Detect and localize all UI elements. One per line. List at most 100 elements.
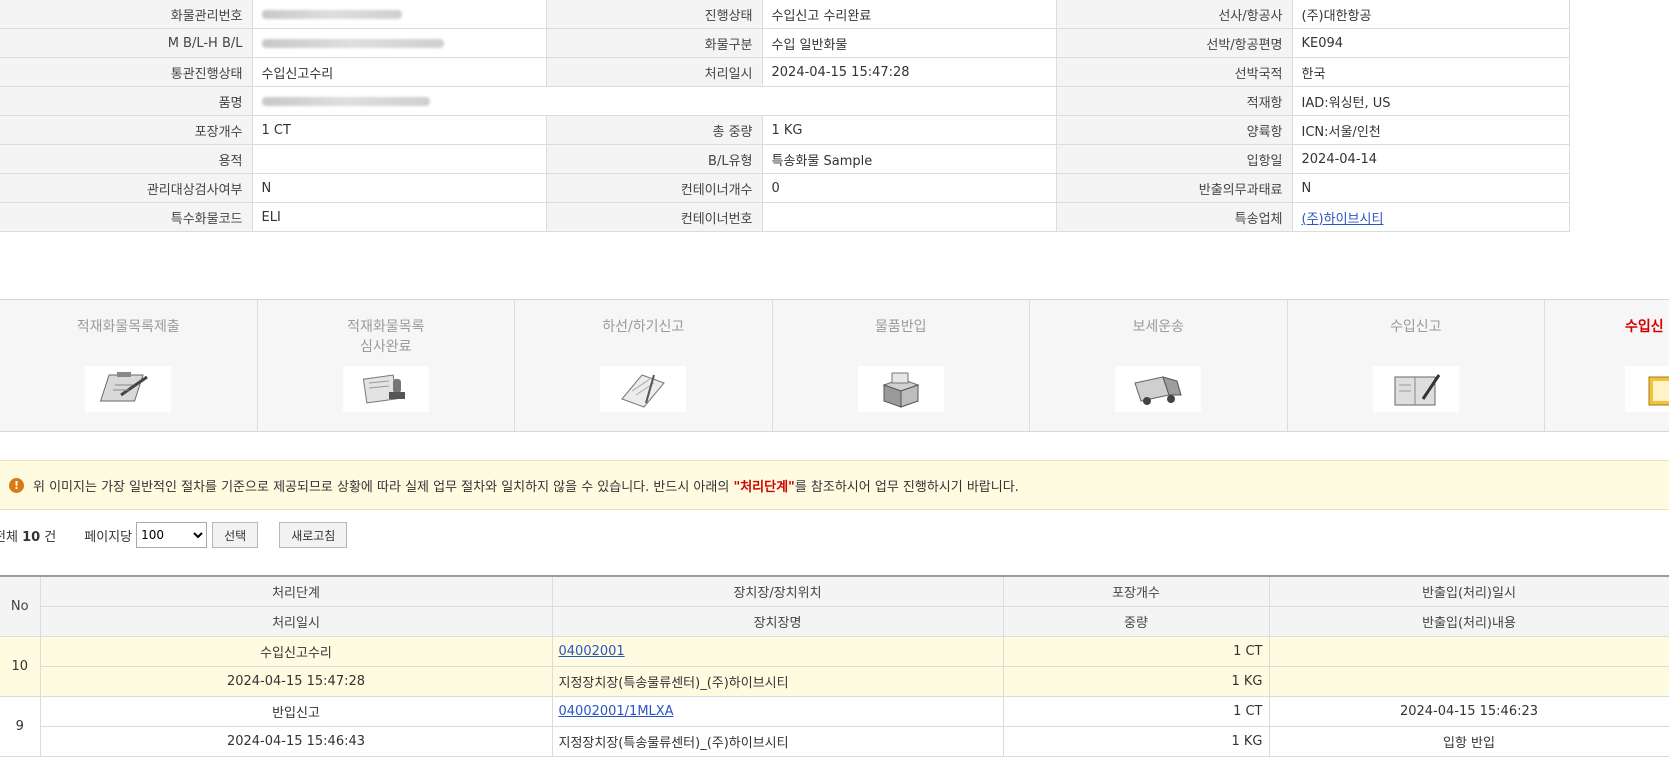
info-value: KE094 [1292, 28, 1570, 58]
per-page-select[interactable]: 100 [136, 522, 208, 548]
info-label: 컨테이너번호 [546, 202, 763, 232]
info-label: 총 중량 [546, 115, 763, 145]
stamp-icon [342, 366, 429, 412]
info-value: 0 [762, 173, 1057, 203]
redacted-value [261, 38, 444, 48]
col-package: 포장개수 [1003, 575, 1270, 607]
weight: 1 KG [1003, 666, 1270, 697]
process-step-label: 하선/하기신고 [602, 319, 685, 335]
redacted-value [261, 9, 402, 19]
info-value: (주)대한항공 [1292, 0, 1570, 29]
info-value: 2024-04-14 [1292, 144, 1570, 174]
row-number: 9 [0, 696, 41, 757]
info-label: 선사/항공사 [1056, 0, 1293, 29]
info-label: 통관진행상태 [0, 57, 253, 87]
info-value: N [1292, 173, 1570, 203]
notice-banner: ! 위 이미지는 가장 일반적인 절차를 기준으로 제공되므로 상황에 따라 실… [0, 460, 1669, 510]
process-step: 보세운송 [1030, 300, 1288, 431]
info-label: 처리일시 [546, 57, 763, 87]
location-cell: 04002001/1MLXA [552, 696, 1004, 727]
info-value: 특송화물 Sample [762, 144, 1057, 174]
info-value: IAD:워싱턴, US [1292, 86, 1570, 116]
info-row: 통관진행상태 수입신고수리 처리일시 2024-04-15 15:47:28 선박국적 한… [0, 57, 1669, 87]
info-row: 품명 적재항 IAD:워싱턴, US [0, 86, 1669, 116]
processing-date: 2024-04-15 15:46:43 [40, 726, 553, 757]
per-page-label: 페이지당 [84, 529, 133, 545]
io-content [1269, 666, 1669, 697]
location-cell: 04002001 [552, 636, 1004, 667]
process-flow: 적재화물목록제출 적재화물목록 심사완료 하선/하기신고 물품반입 보세운송 수입신고 수입… [0, 299, 1669, 432]
location-name: 지정장치장(특송물류센터)_(주)하이브시티 [552, 666, 1004, 697]
processing-stage: 수입신고수리 [40, 636, 553, 667]
processing-stage: 반입신고 [40, 696, 553, 727]
folder-icon [1625, 366, 1669, 412]
weight: 1 KG [1003, 726, 1270, 757]
process-step: 수입신 [1545, 300, 1669, 431]
info-label: 진행상태 [546, 0, 763, 29]
col-io-content: 반출입(처리)내용 [1269, 606, 1669, 637]
info-label: 포장개수 [0, 115, 253, 145]
row-number: 10 [0, 636, 41, 697]
info-label: 용적 [0, 144, 253, 174]
table-row: 10 수입신고수리 04002001 1 CT [0, 636, 1669, 697]
warning-icon: ! [9, 477, 24, 493]
col-location-name: 장치장명 [552, 606, 1004, 637]
location-link[interactable]: 04002001/1MLXA [559, 704, 674, 719]
info-row: M B/L-H B/L 화물구분 수입 일반화물 선박/항공편명 KE094 [0, 28, 1669, 58]
notice-text: 위 이미지는 가장 일반적인 절차를 기준으로 제공되므로 상황에 따라 실제 … [33, 479, 1019, 495]
info-label: 적재항 [1056, 86, 1293, 116]
info-value: 1 KG [762, 115, 1057, 145]
col-proc-date: 처리일시 [40, 606, 553, 637]
info-label: 특수화물코드 [0, 202, 253, 232]
redacted-value [261, 96, 430, 106]
package-count: 1 CT [1003, 636, 1270, 667]
col-no: No [0, 575, 41, 637]
courier-link[interactable]: (주)하이브시티 [1302, 212, 1384, 227]
info-label: 품명 [0, 86, 253, 116]
info-row: 화물관리번호 진행상태 수입신고 수리완료 선사/항공사 (주)대한항공 [0, 0, 1669, 29]
box-icon [857, 366, 944, 412]
info-value: N [252, 173, 547, 203]
col-io-date: 반출입(처리)일시 [1269, 575, 1669, 607]
process-step: 하선/하기신고 [515, 300, 773, 431]
process-step-label: 보세운송 [1132, 319, 1185, 335]
truck-icon [1115, 366, 1202, 412]
table-row: 9 반입신고 04002001/1MLXA 1 CT 2024-04-15 15:46:… [0, 696, 1669, 757]
table-row: 2024-04-15 15:46:43 지정장치장(특송물류센터)_(주)하이브시… [0, 726, 1669, 757]
location-link[interactable]: 04002001 [559, 644, 625, 659]
info-label: 화물관리번호 [0, 0, 253, 29]
info-label: 양륙항 [1056, 115, 1293, 145]
processing-history-table: No 처리단계 장치장/장치위치 포장개수 반출입(처리)일시 처리일시 장치장… [0, 575, 1669, 757]
info-value: 수입신고 수리완료 [762, 0, 1057, 29]
process-step-label: 물품반입 [874, 319, 927, 335]
info-label: 반출의무과태료 [1056, 173, 1293, 203]
col-weight: 중량 [1003, 606, 1270, 637]
io-date [1269, 636, 1669, 667]
info-label: 화물구분 [546, 28, 763, 58]
list-controls: 전체 10 건 페이지당 100 선택 새로고침 [0, 520, 348, 550]
info-row: 관리대상검사여부 N 컨테이너개수 0 반출의무과태료 N [0, 173, 1669, 203]
process-step-label: 적재화물목록 심사완료 [347, 319, 425, 355]
info-label: B/L유형 [546, 144, 763, 174]
process-step: 적재화물목록 심사완료 [258, 300, 515, 431]
info-value: 한국 [1292, 57, 1570, 87]
notebook-icon [600, 366, 687, 412]
info-label: 선박국적 [1056, 57, 1293, 87]
info-label: 특송업체 [1056, 202, 1293, 232]
info-row: 용적 B/L유형 특송화물 Sample 입항일 2024-04-14 [0, 144, 1669, 174]
refresh-button[interactable]: 새로고침 [279, 522, 348, 548]
info-value: ELI [252, 202, 547, 232]
processing-date: 2024-04-15 15:47:28 [40, 666, 553, 697]
info-value: 수입 일반화물 [762, 28, 1057, 58]
info-label: 입항일 [1056, 144, 1293, 174]
select-button[interactable]: 선택 [212, 522, 259, 548]
info-value: 2024-04-15 15:47:28 [762, 57, 1057, 87]
process-step-label: 수입신 [1625, 319, 1664, 335]
info-value: 1 CT [252, 115, 547, 145]
process-step: 적재화물목록제출 [0, 300, 258, 431]
info-value [252, 144, 547, 174]
info-value [252, 28, 547, 58]
info-label: 컨테이너개수 [546, 173, 763, 203]
info-row: 특수화물코드 ELI 컨테이너번호 특송업체 (주)하이브시티 [0, 202, 1669, 232]
info-value [252, 0, 547, 29]
